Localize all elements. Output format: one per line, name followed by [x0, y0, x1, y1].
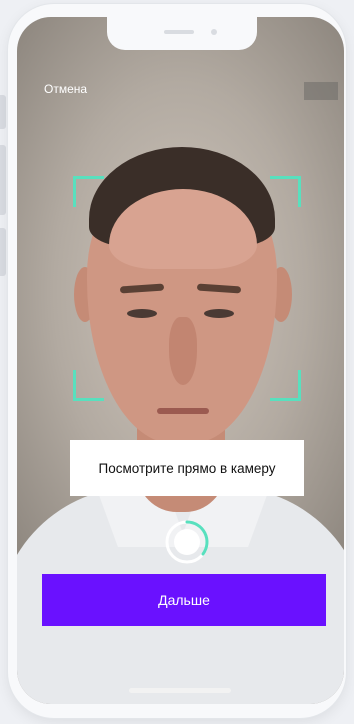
next-button[interactable]: Дальше — [42, 574, 326, 626]
nose — [169, 317, 197, 385]
front-camera-icon — [211, 29, 217, 35]
shutter-ring-icon — [165, 520, 209, 564]
side-button — [0, 95, 6, 129]
side-button — [0, 145, 6, 215]
hint-text: Посмотрите прямо в камеру — [98, 460, 276, 476]
hint-box: Посмотрите прямо в камеру — [70, 440, 304, 496]
home-indicator[interactable] — [129, 688, 231, 693]
capture-button[interactable] — [164, 519, 210, 565]
face-frame-corner — [73, 370, 104, 401]
eye — [204, 309, 234, 318]
speaker-icon — [164, 30, 194, 34]
face-frame-corner — [73, 176, 104, 207]
face-frame-corner — [270, 370, 301, 401]
eye — [127, 309, 157, 318]
face-frame-corner — [270, 176, 301, 207]
cancel-button[interactable]: Отмена — [44, 82, 87, 96]
mouth — [157, 408, 209, 414]
camera-screen: Отмена Посмотрите прямо в камеру Дальше — [17, 17, 344, 704]
notch — [107, 17, 257, 50]
status-block — [304, 82, 338, 100]
side-button — [0, 228, 6, 276]
